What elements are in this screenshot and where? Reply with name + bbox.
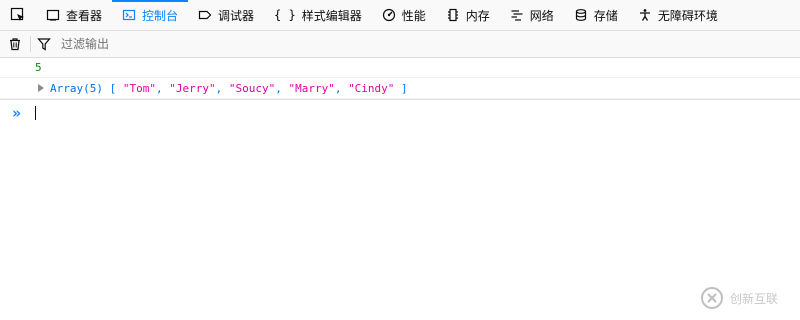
console-icon: [122, 9, 136, 21]
memory-icon: [447, 8, 458, 22]
filter-icon: [31, 31, 57, 58]
tab-accessibility[interactable]: 无障碍环境: [628, 0, 728, 30]
debugger-icon: [198, 10, 212, 20]
filter-output-input[interactable]: [57, 30, 800, 58]
tab-label: 网络: [529, 8, 554, 23]
array-separator: ,: [275, 81, 289, 95]
expand-arrow-icon[interactable]: [38, 84, 44, 92]
element-picker-button[interactable]: [0, 0, 36, 30]
element-picker-icon: [10, 7, 24, 21]
tab-storage[interactable]: 存储: [564, 0, 628, 30]
tab-label: 内存: [465, 8, 490, 23]
style-editor-icon: { }: [274, 8, 296, 22]
console-input-line[interactable]: »: [0, 99, 800, 125]
watermark-logo-icon: [701, 287, 723, 309]
tab-network[interactable]: 网络: [500, 0, 564, 30]
array-item: "Tom": [122, 81, 156, 95]
console-message-array[interactable]: Array(5) [ "Tom" , "Jerry" , "Soucy" , "…: [0, 78, 800, 99]
accessibility-icon: [639, 9, 650, 21]
watermark: 创新互联: [700, 278, 796, 318]
array-item: "Soucy": [228, 81, 276, 95]
array-separator: ,: [155, 81, 170, 95]
tab-label: 调试器: [218, 8, 255, 23]
performance-icon: [382, 8, 395, 22]
text-cursor: [35, 105, 36, 120]
array-open-bracket: [: [109, 81, 117, 95]
array-close-bracket: ]: [401, 81, 408, 95]
tab-style-editor[interactable]: { } 样式编辑器: [264, 0, 372, 30]
tab-label: 存储: [593, 8, 618, 23]
tab-label: 控制台: [142, 8, 179, 23]
clear-console-button[interactable]: [0, 31, 30, 58]
result-number: 5: [35, 61, 42, 74]
inspector-icon: [46, 9, 60, 21]
array-type-label[interactable]: Array(5): [50, 82, 103, 95]
console-message-number: 5: [0, 58, 800, 78]
devtools-toolbar: 查看器 控制台 调试器 { } 样式编辑器 性能 内存 网络 存储 无障碍环境: [0, 0, 800, 31]
storage-icon: [575, 9, 586, 21]
array-item: "Cindy": [348, 81, 395, 95]
prompt-chevron-icon: »: [12, 103, 22, 122]
tab-label: 样式编辑器: [301, 8, 362, 23]
tab-performance[interactable]: 性能: [372, 0, 436, 30]
array-item: "Jerry": [169, 81, 216, 95]
watermark-text: 创新互联: [730, 291, 779, 306]
tab-label: 无障碍环境: [657, 8, 718, 23]
tab-memory[interactable]: 内存: [436, 0, 500, 30]
array-separator: ,: [334, 81, 349, 95]
array-separator: ,: [215, 81, 229, 95]
tab-label: 查看器: [66, 8, 103, 23]
console-output: 5 Array(5) [ "Tom" , "Jerry" , "Soucy" ,…: [0, 58, 800, 125]
tab-label: 性能: [401, 8, 426, 23]
tab-debugger[interactable]: 调试器: [188, 0, 264, 30]
console-filter-bar: [0, 30, 800, 58]
tab-inspector[interactable]: 查看器: [36, 0, 112, 30]
trash-icon: [10, 38, 20, 51]
tab-console[interactable]: 控制台: [112, 0, 189, 30]
array-item: "Marry": [288, 81, 335, 95]
network-icon: [511, 10, 523, 21]
